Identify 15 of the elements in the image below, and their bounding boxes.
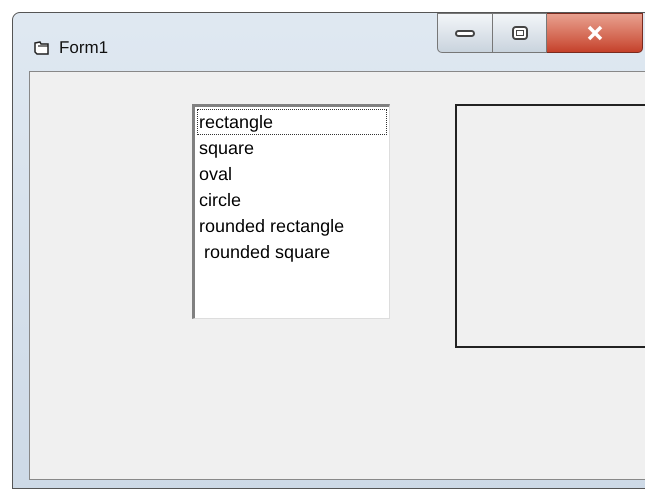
- list-item[interactable]: rounded rectangle: [197, 213, 387, 239]
- list-item[interactable]: rectangle: [197, 109, 387, 135]
- close-icon: [586, 25, 604, 41]
- close-button[interactable]: [547, 13, 643, 53]
- window-icon: [33, 40, 51, 56]
- list-item[interactable]: rounded square: [197, 239, 387, 265]
- list-item[interactable]: square: [197, 135, 387, 161]
- list-item[interactable]: circle: [197, 187, 387, 213]
- window-title: Form1: [59, 37, 108, 59]
- shape-listbox[interactable]: rectangle square oval circle rounded rectangle rounded square: [192, 104, 390, 319]
- list-item[interactable]: oval: [197, 161, 387, 187]
- maximize-button[interactable]: [493, 13, 547, 53]
- minimize-button[interactable]: [437, 13, 493, 53]
- maximize-icon: [512, 26, 528, 40]
- minimize-icon: [455, 30, 475, 36]
